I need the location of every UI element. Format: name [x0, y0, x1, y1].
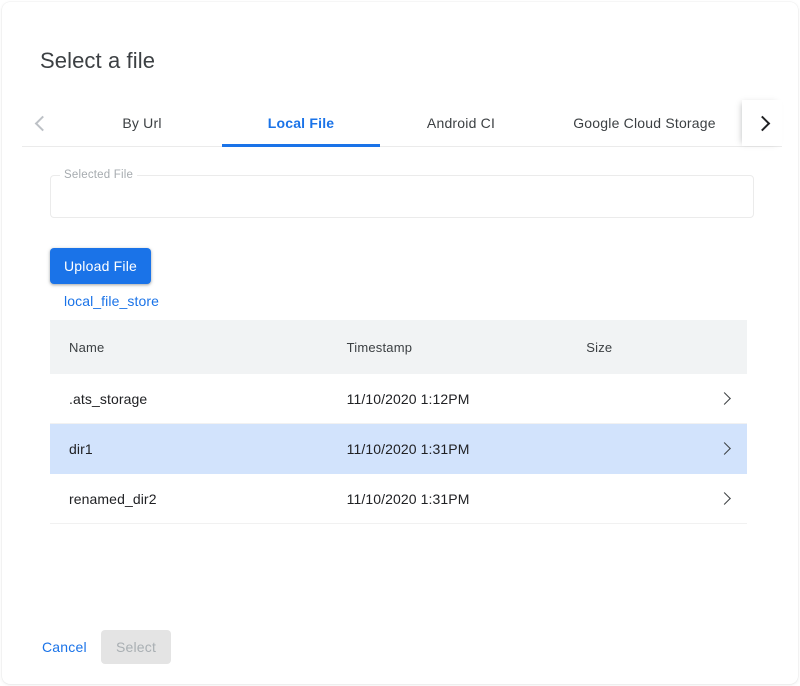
chevron-right-icon [718, 442, 731, 455]
chevron-right-icon [754, 115, 770, 131]
row-open-button[interactable] [701, 394, 747, 403]
upload-file-button[interactable]: Upload File [50, 248, 151, 284]
file-table: Name Timestamp Size .ats_storage 11/10/2… [50, 320, 747, 524]
cell-timestamp: 11/10/2020 1:31PM [347, 491, 587, 507]
table-row[interactable]: .ats_storage 11/10/2020 1:12PM [50, 374, 747, 424]
tab-label: Google Cloud Storage [573, 115, 716, 131]
tab-google-cloud-storage[interactable]: Google Cloud Storage [542, 100, 747, 146]
column-header-size: Size [586, 340, 701, 355]
tab-list: By Url Local File Android CI Google Clou… [62, 100, 742, 146]
selected-file-field[interactable]: Selected File [50, 175, 754, 218]
table-header-row: Name Timestamp Size [50, 320, 747, 374]
column-header-timestamp: Timestamp [347, 340, 587, 355]
chevron-left-icon [34, 115, 50, 131]
table-row[interactable]: renamed_dir2 11/10/2020 1:31PM [50, 474, 747, 524]
tab-local-file[interactable]: Local File [222, 100, 380, 146]
breadcrumb[interactable]: local_file_store [64, 293, 159, 309]
select-button[interactable]: Select [101, 630, 171, 664]
cell-name: renamed_dir2 [50, 491, 347, 507]
tab-label: By Url [122, 115, 161, 131]
tab-label: Local File [268, 115, 335, 131]
selected-file-input[interactable] [50, 175, 754, 218]
cell-timestamp: 11/10/2020 1:31PM [347, 441, 587, 457]
row-open-button[interactable] [701, 494, 747, 503]
row-open-button[interactable] [701, 444, 747, 453]
cell-timestamp: 11/10/2020 1:12PM [347, 391, 587, 407]
tab-by-url[interactable]: By Url [62, 100, 222, 146]
tab-label: Android CI [427, 115, 495, 131]
screen: Select a file By Url Local File Android … [0, 0, 800, 686]
cell-name: .ats_storage [50, 391, 347, 407]
select-file-dialog: Select a file By Url Local File Android … [2, 2, 798, 684]
cancel-button[interactable]: Cancel [30, 631, 99, 663]
tab-bar: By Url Local File Android CI Google Clou… [22, 100, 782, 147]
tab-scroll-left-button[interactable] [22, 100, 62, 146]
column-header-name: Name [50, 340, 347, 355]
page-title: Select a file [40, 47, 155, 75]
chevron-right-icon [718, 492, 731, 505]
tab-android-ci[interactable]: Android CI [380, 100, 542, 146]
chevron-right-icon [718, 392, 731, 405]
tab-scroll-right-button[interactable] [742, 100, 782, 146]
table-row[interactable]: dir1 11/10/2020 1:31PM [50, 424, 747, 474]
cell-name: dir1 [50, 441, 347, 457]
